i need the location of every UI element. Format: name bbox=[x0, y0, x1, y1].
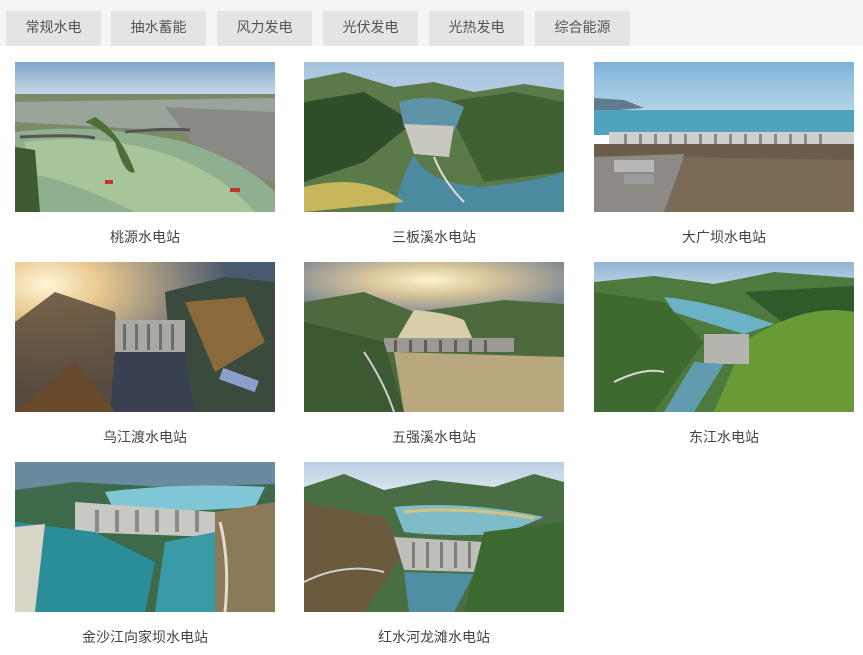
station-card[interactable]: 五强溪水电站 bbox=[304, 262, 564, 446]
station-card[interactable]: 红水河龙滩水电站 bbox=[304, 462, 564, 646]
tab-integrated-energy[interactable]: 综合能源 bbox=[535, 11, 630, 46]
station-photo[interactable] bbox=[594, 62, 854, 212]
station-photo[interactable] bbox=[304, 462, 564, 612]
tab-photovoltaic[interactable]: 光伏发电 bbox=[323, 11, 418, 46]
station-photo[interactable] bbox=[15, 462, 275, 612]
station-photo[interactable] bbox=[594, 262, 854, 412]
station-photo[interactable] bbox=[304, 262, 564, 412]
station-card[interactable]: 东江水电站 bbox=[594, 262, 854, 446]
station-name[interactable]: 大广坝水电站 bbox=[594, 227, 854, 247]
station-card[interactable]: 金沙江向家坝水电站 bbox=[15, 462, 275, 646]
station-card[interactable]: 三板溪水电站 bbox=[304, 62, 564, 246]
station-name[interactable]: 五强溪水电站 bbox=[304, 427, 564, 447]
tab-conventional-hydro[interactable]: 常规水电 bbox=[6, 11, 101, 46]
station-name[interactable]: 金沙江向家坝水电站 bbox=[15, 627, 275, 647]
station-name[interactable]: 三板溪水电站 bbox=[304, 227, 564, 247]
category-tab-bar: 常规水电 抽水蓄能 风力发电 光伏发电 光热发电 综合能源 bbox=[0, 0, 863, 46]
station-name[interactable]: 桃源水电站 bbox=[15, 227, 275, 247]
tab-wind-power[interactable]: 风力发电 bbox=[217, 11, 312, 46]
station-photo[interactable] bbox=[304, 62, 564, 212]
station-photo[interactable] bbox=[15, 262, 275, 412]
station-name[interactable]: 乌江渡水电站 bbox=[15, 427, 275, 447]
station-name[interactable]: 红水河龙滩水电站 bbox=[304, 627, 564, 647]
station-photo[interactable] bbox=[15, 62, 275, 212]
station-name[interactable]: 东江水电站 bbox=[594, 427, 854, 447]
tab-pumped-storage[interactable]: 抽水蓄能 bbox=[111, 11, 206, 46]
station-card[interactable]: 大广坝水电站 bbox=[594, 62, 854, 246]
station-card[interactable]: 桃源水电站 bbox=[15, 62, 275, 246]
station-card[interactable]: 乌江渡水电站 bbox=[15, 262, 275, 446]
tab-solar-thermal[interactable]: 光热发电 bbox=[429, 11, 524, 46]
